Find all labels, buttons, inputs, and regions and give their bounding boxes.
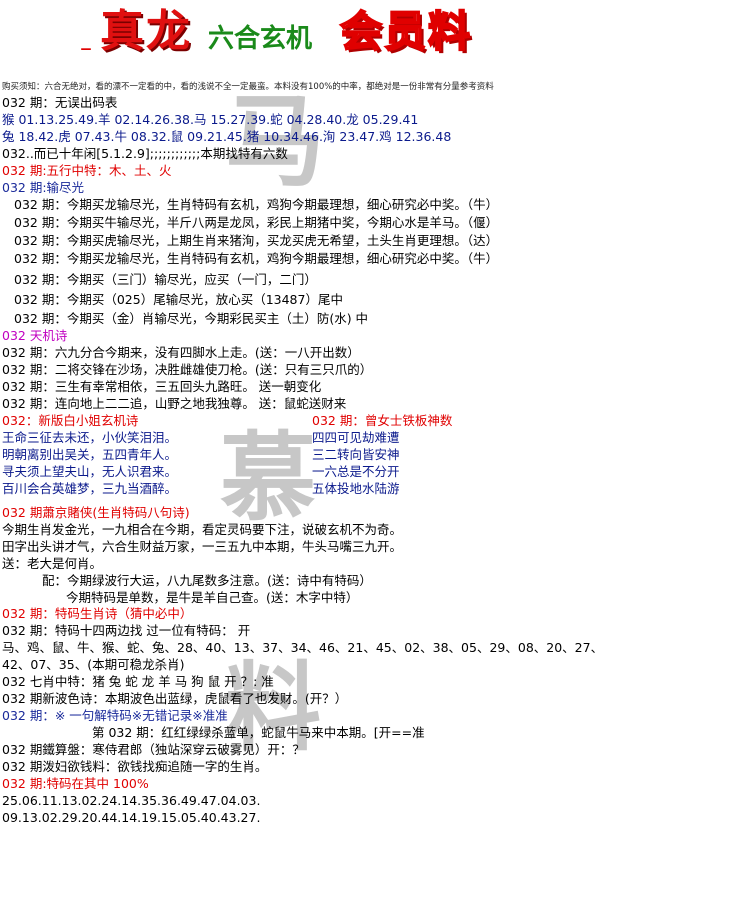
line-tema-1: 25.06.11.13.02.24.14.35.36.49.47.04.03. bbox=[2, 793, 261, 808]
line-buy-2: 032 期：今期买牛输尽光，半斤八两是龙凤，彩民上期猪中奖，今期心水是羊马。（偃… bbox=[14, 215, 499, 230]
line-tiesuanpan: 032 期鐵算盤：寒侍君郎（独站深穿云破雾见）开：？ bbox=[2, 742, 305, 757]
line-yiju: 第 032 期：红红绿绿杀蓝单，蛇鼠牛马来中本期。[开==准 bbox=[92, 725, 425, 740]
line-dushen-2: 田字出头讲才气，六合生财益万家，一三五九中本期，牛头马嘴三九开。 bbox=[2, 539, 403, 554]
line-bose: 032 期新波色诗：本期波色出蓝绿，虎鼠看了也发财。(开？） bbox=[2, 691, 348, 706]
watermark-char-2: 慕 bbox=[220, 421, 316, 534]
line-shujinguang: 032 期:输尽光 bbox=[2, 180, 85, 195]
line-poem-left-3: 寻夫须上望夫山，无人识君来。 bbox=[2, 464, 178, 479]
line-shisi: 032 期：特码十四两边找 过一位有特码： 开 bbox=[2, 623, 251, 638]
line-dushen-5: 今期特码是单数，是牛是羊自己查。(送：木字中特） bbox=[66, 590, 359, 605]
line-title: 032 期：无误出码表 bbox=[2, 95, 118, 110]
line-dushen-3: 送：老大是何肖。 bbox=[2, 556, 103, 571]
header-dash: – bbox=[80, 34, 92, 62]
line-poem-right-4: 五体投地水陆游 bbox=[312, 481, 400, 496]
header-title-liuhe: 六合玄机 bbox=[208, 24, 313, 54]
line-buy-1: 032 期：今期买龙输尽光，生肖特码有玄机，鸡狗今期最理想，细心研究必中奖。（牛… bbox=[14, 197, 499, 212]
line-buy-7: 032 期：今期买（金）肖输尽光，今期彩民买主（土）防(水) 中 bbox=[14, 311, 369, 326]
disclaimer: 购买须知：六合无绝对，看的漂不一定看的中，看的浅说不全一定最蛮。本料没有100%… bbox=[2, 82, 494, 92]
line-poem-left-2: 明朝离别出吴关，五四青年人。 bbox=[2, 447, 178, 462]
line-tianji-2: 032 期：二将交锋在沙场，决胜雌雄使刀枪。(送：只有三只爪的） bbox=[2, 362, 373, 377]
line-numbers-1: 马、鸡、鼠、牛、猴、蛇、兔、28、40、13、37、34、46、21、45、02… bbox=[2, 640, 604, 655]
line-dushen-heading: 032 期蕭京賭侠(生肖特码八句诗) bbox=[2, 505, 190, 520]
line-ten-years: 032..而已十年闲[5.1.2.9];;;;;;;;;;;;本期找特有六数 bbox=[2, 146, 288, 161]
header-title-zhenlong: 真龙 bbox=[100, 6, 192, 57]
line-tianji-3: 032 期：三生有幸常相依，三五回头九路旺。 送一朝变化 bbox=[2, 379, 322, 394]
line-tema-heading: 032 期:特码在其中 100% bbox=[2, 776, 149, 791]
line-pofu: 032 期泼妇欲钱料：欲钱找痴追随一字的生肖。 bbox=[2, 759, 268, 774]
line-buy-6: 032 期：今期买（025）尾输尽光，放心买（13487）尾中 bbox=[14, 292, 343, 307]
line-poem-left-4: 百川会合英雄梦，三九当酒醉。 bbox=[2, 481, 178, 496]
line-tianji-1: 032 期：六九分合今期来，没有四脚水上走。(送：一八开出数） bbox=[2, 345, 360, 360]
line-zodiac-2: 兔 18.42.虎 07.43.牛 08.32.鼠 09.21.45.猪 10.… bbox=[2, 129, 452, 144]
line-poem-right-3: 一六总是不分开 bbox=[312, 464, 400, 479]
line-baixiaojie-heading: 032：新版白小姐玄机诗 bbox=[2, 413, 139, 428]
line-yiju-heading: 032 期：※ 一句解特码※无错记录※准准 bbox=[2, 708, 228, 723]
line-buy-3: 032 期：今期买虎输尽光，上期生肖来猪洵，买龙买虎无希望，土头生肖更理想。（达… bbox=[14, 233, 499, 248]
line-zodiac-1: 猴 01.13.25.49.羊 02.14.26.38.马 15.27.39.蛇… bbox=[2, 112, 419, 127]
header-title-huiyuanliao: 会员料 bbox=[339, 6, 473, 57]
line-wuxing: 032 期:五行中特：木、土、火 bbox=[2, 163, 172, 178]
line-tema-2: 09.13.02.29.20.44.14.19.15.05.40.43.27. bbox=[2, 810, 261, 825]
line-texiao-heading: 032 期：特码生肖诗（猜中必中） bbox=[2, 606, 193, 621]
line-numbers-2: 42、07、35、(本期可稳龙杀肖) bbox=[2, 657, 185, 672]
line-dushen-1: 今期生肖发金光，一九相合在今期，看定灵码要下注，说破玄机不为奇。 bbox=[2, 522, 403, 537]
line-tianji-4: 032 期：连向地上二二追，山野之地我独尊。 送：鼠蛇送财来 bbox=[2, 396, 347, 411]
line-poem-right-1: 四四可见劫难遭 bbox=[312, 430, 400, 445]
line-poem-left-1: 王命三征去未还，小伙笑泪泪。 bbox=[2, 430, 178, 445]
line-buy-4: 032 期：今期买龙输尽光，生肖特码有玄机，鸡狗今期最理想，细心研究必中奖。（牛… bbox=[14, 251, 499, 266]
line-buy-5: 032 期：今期买（三门）输尽光，应买（一门，二门） bbox=[14, 272, 317, 287]
line-zeng-heading: 032 期：曾女士铁板神数 bbox=[312, 413, 453, 428]
line-poem-right-2: 三二转向皆安神 bbox=[312, 447, 400, 462]
line-tianji-heading: 032 天机诗 bbox=[2, 328, 68, 343]
line-qixiao: 032 七肖中特：猪 兔 蛇 龙 羊 马 狗 鼠 开 ？: 准 bbox=[2, 674, 274, 689]
line-dushen-4: 配：今期绿波行大运，八九尾数多注意。(送：诗中有特码） bbox=[42, 573, 372, 588]
